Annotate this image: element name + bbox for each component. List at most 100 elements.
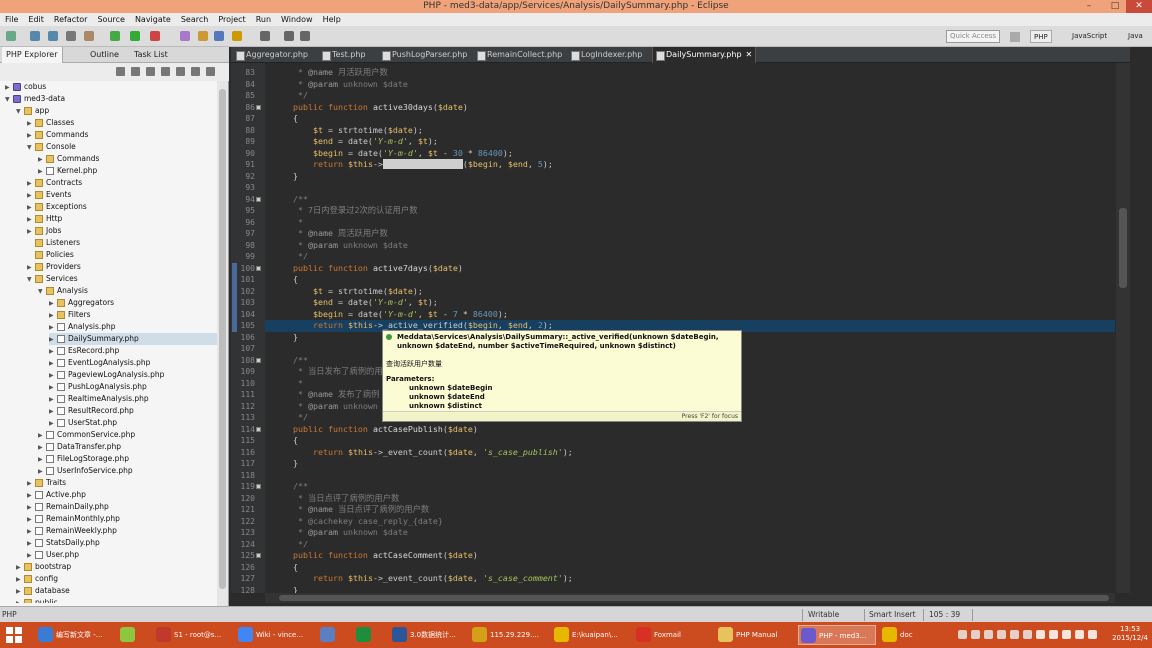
annotation-icon[interactable] [232, 31, 242, 41]
toggle-mark-icon[interactable] [84, 31, 94, 41]
code-line[interactable]: $t = strtotime($date); [283, 125, 423, 137]
taskbar-app-button[interactable]: doc [880, 625, 954, 645]
fold-toggle-icon[interactable] [256, 426, 261, 432]
code-line[interactable]: * @name 发布了病例 [283, 389, 379, 401]
taskbar-app-button[interactable]: 115.29.229.... [470, 625, 548, 645]
tree-item[interactable]: ▶ PageviewLogAnalysis.php [49, 369, 164, 381]
expanded-arrow-icon[interactable]: ▼ [27, 274, 35, 286]
tree-item[interactable]: ▼ Analysis [38, 285, 88, 297]
code-line[interactable]: { [283, 562, 298, 574]
tree-item[interactable]: ▶ Exceptions [27, 201, 87, 213]
code-line[interactable]: public function actCasePublish($date) [283, 424, 478, 436]
perspective-php[interactable]: PHP [1030, 30, 1052, 43]
volume-icon[interactable] [1075, 630, 1084, 639]
fold-toggle-icon[interactable] [256, 553, 261, 558]
tree-item[interactable]: ▶ StatsDaily.php [27, 537, 100, 549]
editor-tab[interactable]: LogIndexer.php [568, 47, 642, 63]
forward-icon[interactable] [131, 67, 140, 76]
menu-item-file[interactable]: File [0, 13, 23, 26]
editor-tab[interactable]: DailySummary.php ✕ [652, 47, 757, 63]
menu-item-window[interactable]: Window [276, 13, 318, 26]
code-line[interactable]: * [283, 378, 303, 390]
tree-item[interactable]: ▶ Active.php [27, 489, 86, 501]
tree-item[interactable]: ▶ Jobs [27, 225, 61, 237]
expanded-arrow-icon[interactable]: ▼ [38, 286, 46, 298]
menu-item-run[interactable]: Run [251, 13, 276, 26]
tree-item[interactable]: ▶ PushLogAnalysis.php [49, 381, 147, 393]
taskbar-app-button[interactable] [118, 625, 150, 645]
windows-start-icon[interactable] [6, 627, 22, 643]
collapse-all-icon[interactable] [161, 67, 170, 76]
tree-item[interactable]: ▼ Console [27, 141, 76, 153]
code-line[interactable]: /** [283, 481, 308, 493]
taskbar-app-button[interactable]: S1 - root@s... [154, 625, 232, 645]
tree-item[interactable]: ▶ config [16, 573, 58, 585]
menu-item-source[interactable]: Source [92, 13, 129, 26]
tree-item[interactable]: ▶ Commands [38, 153, 99, 165]
tree-item[interactable]: ▶ DailySummary.php [49, 333, 217, 345]
tree-item[interactable]: ▶ DataTransfer.php [38, 441, 121, 453]
debug-icon[interactable] [110, 31, 120, 41]
taskbar-app-button[interactable]: PHP - med3... [798, 625, 876, 645]
menu-item-refactor[interactable]: Refactor [49, 13, 93, 26]
code-line[interactable]: $begin = date('Y-m-d', $t - 30 * 86400); [283, 148, 513, 160]
taskbar-app-button[interactable]: PHP Manual [716, 625, 794, 645]
code-line[interactable]: } [283, 332, 298, 344]
minimize-icon[interactable] [206, 67, 215, 76]
expanded-arrow-icon[interactable]: ▼ [16, 106, 24, 118]
explorer-scroll-thumb[interactable] [219, 89, 226, 589]
tree-item[interactable]: ▼ Services [27, 273, 78, 285]
perspective-java[interactable]: Java [1128, 30, 1143, 43]
editor-tab[interactable]: RemainCollect.php [474, 47, 562, 63]
tree-item[interactable]: ▶ Filters [49, 309, 90, 321]
tree-item[interactable]: ▶ public [16, 597, 58, 603]
new-php-project-icon[interactable] [180, 31, 190, 41]
code-line[interactable]: { [283, 274, 298, 286]
back-icon[interactable] [116, 67, 125, 76]
code-line[interactable]: * @param unknown [283, 401, 378, 413]
tree-item[interactable]: ▶ Contracts [27, 177, 82, 189]
menu-item-help[interactable]: Help [318, 13, 346, 26]
taskbar-app-button[interactable]: 3.0数据统计... [390, 625, 466, 645]
tree-item[interactable]: ▶ FileLogStorage.php [38, 453, 129, 465]
hover-tooltip[interactable]: Meddata\Services\Analysis\DailySummary::… [382, 330, 742, 422]
tree-item[interactable]: ▶ Http [27, 213, 62, 225]
tree-item[interactable]: ▶ RemainWeekly.php [27, 525, 117, 537]
save-all-icon[interactable] [48, 31, 58, 41]
run-icon[interactable] [130, 31, 140, 41]
taskbar-app-button[interactable]: E:\kuaipan\... [552, 625, 630, 645]
taskbar-app-button[interactable]: 编写新文章 -... [36, 625, 114, 645]
tree-item[interactable]: ▶ RealtimeAnalysis.php [49, 393, 149, 405]
fold-toggle-icon[interactable] [256, 104, 261, 110]
close-button[interactable]: ✕ [1126, 0, 1152, 13]
fold-toggle-icon[interactable] [256, 484, 261, 489]
menu-item-edit[interactable]: Edit [23, 13, 49, 26]
tree-item[interactable]: ▶ RemainDaily.php [27, 501, 109, 513]
quick-access-field[interactable]: Quick Access [946, 30, 1000, 43]
code-line[interactable]: $end = date('Y-m-d', $t); [283, 297, 438, 309]
link-editor-icon[interactable] [176, 67, 185, 76]
code-line[interactable]: public function actCaseComment($date) [283, 550, 478, 562]
ime-icon[interactable] [1088, 630, 1097, 639]
code-line[interactable]: * 当日发布了病例的用户 [283, 366, 391, 378]
tray-app-icon[interactable] [997, 630, 1006, 639]
tree-item[interactable]: ▶ ResultRecord.php [49, 405, 134, 417]
tree-item[interactable]: ▶ Commands [27, 129, 88, 141]
tray-app-icon[interactable] [971, 630, 980, 639]
tree-item[interactable]: ▶ EventLogAnalysis.php [49, 357, 150, 369]
tree-item[interactable]: ▶ Kernel.php [38, 165, 97, 177]
open-perspective-icon[interactable] [1010, 32, 1020, 42]
view-menu-icon[interactable] [191, 67, 200, 76]
search-icon[interactable] [214, 31, 224, 41]
tree-item[interactable]: ▶ database [16, 585, 70, 597]
tree-item[interactable]: ▶ RemainMonthly.php [27, 513, 120, 525]
tree-item[interactable]: ▶ bootstrap [16, 561, 71, 573]
close-tab-icon[interactable]: ✕ [746, 50, 753, 59]
editor-tab[interactable]: Aggregator.php [233, 47, 308, 63]
explorer-scrollbar[interactable] [217, 81, 228, 606]
code-line[interactable]: * @param unknown $date [283, 79, 408, 91]
taskbar-clock[interactable]: 13:53 2015/12/4 [1112, 625, 1148, 643]
code-line[interactable]: $end = date('Y-m-d', $t); [283, 136, 438, 148]
tree-item[interactable]: ▶ Analysis.php [49, 321, 116, 333]
tree-item[interactable]: Policies [27, 249, 74, 261]
